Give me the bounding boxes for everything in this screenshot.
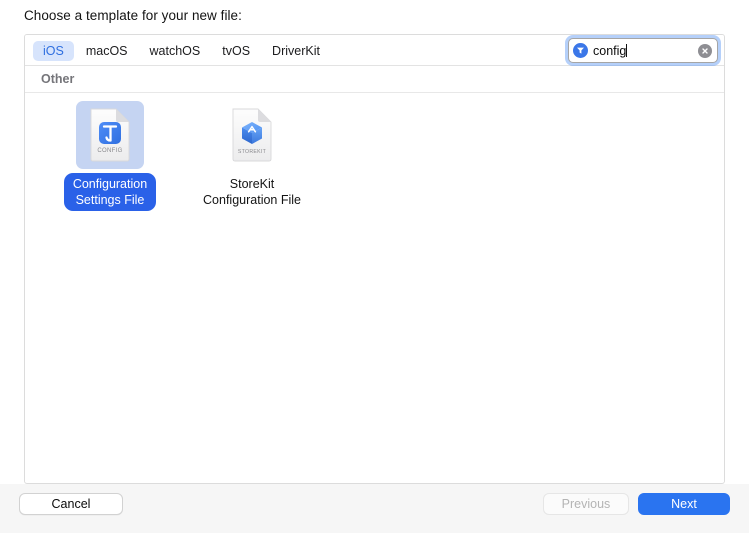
page-title: Choose a template for your new file: bbox=[24, 8, 242, 23]
tab-macos[interactable]: macOS bbox=[76, 41, 138, 61]
config-settings-file-icon: CONFIG bbox=[88, 107, 132, 163]
text-caret bbox=[626, 43, 628, 57]
template-label: StoreKit Configuration File bbox=[194, 173, 310, 211]
platform-tab-list: iOS macOS watchOS tvOS DriverKit bbox=[33, 35, 330, 66]
dialog-footer: Cancel Previous Next bbox=[0, 484, 749, 533]
tab-tvos[interactable]: tvOS bbox=[212, 41, 260, 61]
template-grid: CONFIG Configuration Settings File STORE… bbox=[25, 93, 724, 482]
search-field[interactable]: config bbox=[568, 38, 718, 63]
new-file-template-dialog: Choose a template for your new file: iOS… bbox=[0, 0, 749, 533]
template-icon-holder: CONFIG bbox=[76, 101, 144, 169]
search-field-container[interactable]: config bbox=[565, 35, 721, 66]
template-label: Configuration Settings File bbox=[63, 173, 157, 211]
previous-button: Previous bbox=[543, 493, 629, 515]
next-button[interactable]: Next bbox=[638, 493, 730, 515]
svg-text:STOREKIT: STOREKIT bbox=[238, 149, 267, 155]
svg-text:CONFIG: CONFIG bbox=[97, 148, 122, 154]
search-input-value: config bbox=[593, 43, 627, 58]
template-label-line1: StoreKit bbox=[229, 177, 275, 191]
search-input-text[interactable]: config bbox=[593, 43, 698, 58]
template-label-line1: Configuration bbox=[72, 177, 148, 191]
filter-funnel-icon bbox=[573, 43, 588, 58]
storekit-configuration-file-icon: STOREKIT bbox=[230, 107, 274, 163]
section-header-other: Other bbox=[25, 66, 724, 93]
platform-toolbar: iOS macOS watchOS tvOS DriverKit config bbox=[25, 35, 724, 66]
template-icon-holder: STOREKIT bbox=[218, 101, 286, 169]
template-label-line2: Configuration File bbox=[203, 193, 301, 207]
clear-circle-icon[interactable] bbox=[698, 43, 712, 58]
cancel-button[interactable]: Cancel bbox=[19, 493, 123, 515]
tab-watchos[interactable]: watchOS bbox=[140, 41, 211, 61]
template-label-line2: Settings File bbox=[75, 193, 145, 207]
template-item-storekit-configuration-file[interactable]: STOREKIT StoreKit Configuration File bbox=[181, 99, 323, 211]
template-browser-panel: iOS macOS watchOS tvOS DriverKit config bbox=[24, 34, 725, 484]
tab-driverkit[interactable]: DriverKit bbox=[262, 41, 330, 61]
template-item-configuration-settings-file[interactable]: CONFIG Configuration Settings File bbox=[39, 99, 181, 211]
tab-ios[interactable]: iOS bbox=[33, 40, 74, 61]
